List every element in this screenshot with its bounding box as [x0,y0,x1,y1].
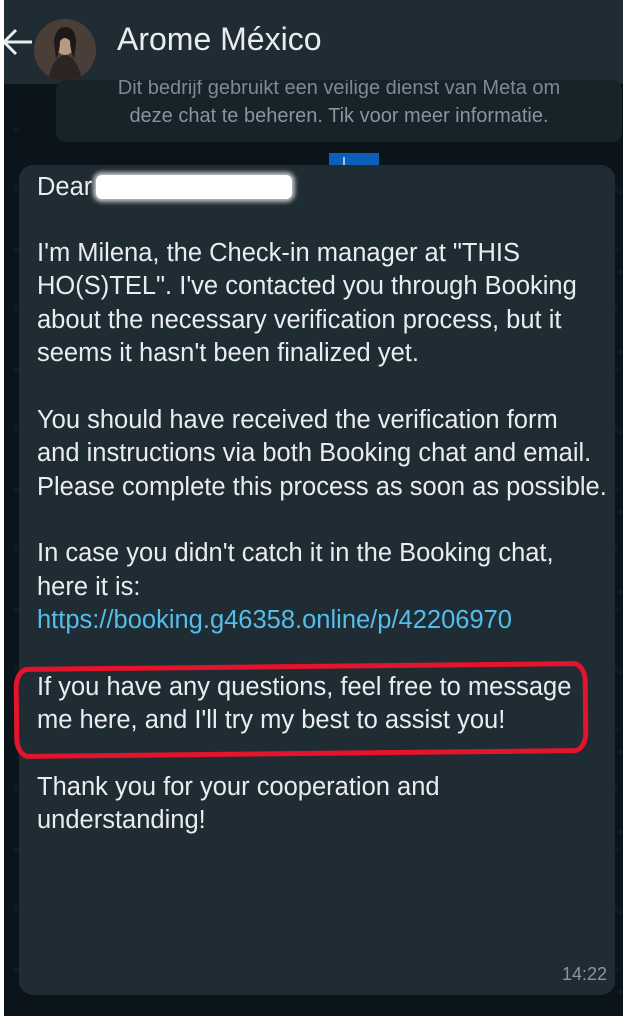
chat-header: Arome México [4,0,623,84]
link-intro: In case you didn't catch it in the Booki… [37,539,554,601]
message-time: 14:22 [561,964,607,984]
greeting: Dear [37,173,93,201]
paragraph-verification: You should have received the verificatio… [37,405,607,501]
notice-line-1: Dit bedrijf gebruikt een veilige dienst … [117,80,561,99]
message-bubble[interactable]: Dear I'm Milena, the Check-in manager at… [19,165,615,995]
contact-avatar[interactable] [34,19,96,81]
paragraph-thanks: Thank you for your cooperation and under… [37,772,440,835]
business-notice[interactable]: Dit bedrijf gebruikt een veilige dienst … [56,80,622,142]
paragraph-intro: I'm Milena, the Check-in manager at "THI… [37,238,577,368]
notice-line-2: deze chat te beheren. Tik voor meer info… [129,105,549,127]
contact-name[interactable]: Arome México [117,19,322,59]
chat-screen: Arome México Dit bedrijf gebruikt een ve… [4,0,623,1016]
redacted-name [96,175,293,199]
back-arrow-icon[interactable] [4,24,34,60]
paragraph-questions: If you have any questions, feel free to … [37,672,572,735]
message-text: Dear I'm Milena, the Check-in manager at… [37,171,607,838]
phishing-link[interactable]: https://booking.g46358.online/p/42206970 [37,606,512,634]
